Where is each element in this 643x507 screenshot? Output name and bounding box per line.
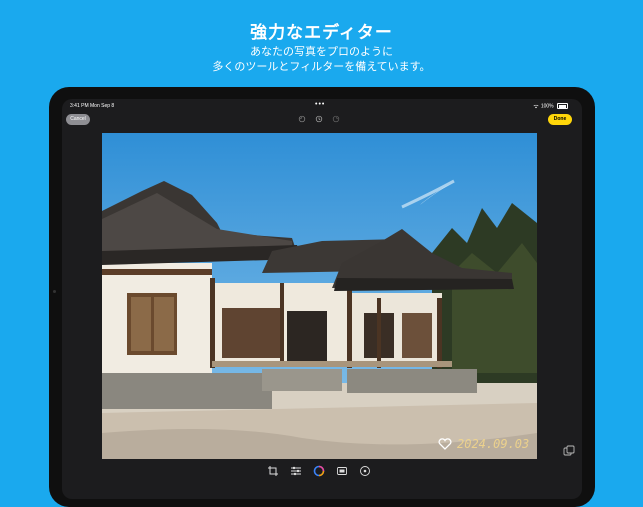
battery-percent: 100% (540, 103, 554, 110)
status-date: Mon Sep 8 (90, 103, 115, 109)
history-icon[interactable] (315, 115, 323, 123)
filter-icon[interactable] (313, 465, 325, 477)
compare-icon[interactable] (563, 445, 575, 457)
status-right: 100% (533, 103, 568, 109)
edited-photo[interactable] (102, 133, 537, 459)
crop-icon[interactable] (267, 465, 279, 477)
battery-icon (557, 103, 568, 109)
redo-icon[interactable] (332, 115, 340, 123)
hanok-house-image (102, 133, 537, 459)
multitasking-dots-icon[interactable]: ••• (315, 101, 325, 108)
heart-icon (438, 438, 452, 450)
undo-icon[interactable] (298, 115, 306, 123)
bottom-toolbar (262, 465, 382, 479)
done-button[interactable]: Done (548, 114, 572, 125)
wifi-icon (533, 103, 540, 109)
camera-dot (53, 290, 56, 293)
status-time: 3:41 PM (70, 103, 89, 109)
status-bar: 3:41 PM Mon Sep 8 ••• 100% (62, 99, 582, 113)
promo-subtitle-line2: 多くのツールとフィルターを備えています。 (212, 61, 431, 73)
promo-title: 強力なエディター (250, 23, 393, 42)
adjust-icon[interactable] (290, 465, 302, 477)
frame-icon[interactable] (336, 465, 348, 477)
date-watermark: 2024.09.03 (457, 437, 530, 451)
cancel-button[interactable]: Cancel (66, 114, 90, 125)
promo-subtitle-line1: あなたの写真をプロのように (250, 46, 393, 58)
watermark-icon[interactable] (359, 465, 371, 477)
editor-screen: 3:41 PM Mon Sep 8 ••• 100% Cancel Done 2… (62, 99, 582, 499)
